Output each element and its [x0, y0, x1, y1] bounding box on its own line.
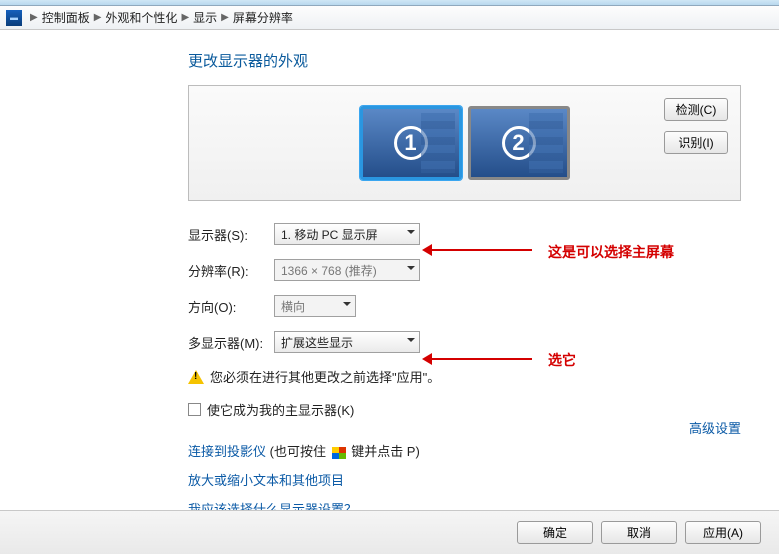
- annotation-text-1: 这是可以选择主屏幕: [548, 242, 674, 262]
- display-preview: 1 2 检测(C) 识别(I): [188, 85, 741, 201]
- orientation-label: 方向(O):: [188, 297, 274, 316]
- detect-button[interactable]: 检测(C): [664, 98, 728, 121]
- multi-display-label: 多显示器(M):: [188, 333, 274, 352]
- breadcrumb-item[interactable]: 控制面板: [42, 9, 90, 26]
- text-size-link[interactable]: 放大或缩小文本和其他项目: [188, 473, 344, 488]
- breadcrumb-item[interactable]: 屏幕分辨率: [233, 9, 293, 26]
- projector-link[interactable]: 连接到投影仪: [188, 444, 266, 459]
- orientation-value: 横向: [281, 298, 305, 315]
- advanced-settings-link[interactable]: 高级设置: [689, 418, 741, 437]
- resolution-dropdown[interactable]: 1366 × 768 (推荐): [274, 259, 420, 281]
- projector-hint-b: 键并点击 P): [348, 444, 420, 459]
- monitor-pattern: [529, 113, 563, 173]
- projector-hint-a: (也可按住: [266, 444, 330, 459]
- monitor-1[interactable]: 1: [360, 106, 462, 180]
- breadcrumb: ▶ 控制面板 ▶ 外观和个性化 ▶ 显示 ▶ 屏幕分辨率: [0, 6, 779, 30]
- identify-button[interactable]: 识别(I): [664, 131, 728, 154]
- windows-key-icon: [332, 447, 346, 459]
- cancel-button[interactable]: 取消: [601, 521, 677, 544]
- warning-icon: [188, 370, 204, 384]
- control-panel-icon: [6, 10, 22, 26]
- primary-display-checkbox[interactable]: [188, 403, 201, 416]
- warning-text: 您必须在进行其他更改之前选择"应用"。: [210, 367, 440, 386]
- annotation-arrow-icon: [426, 358, 532, 360]
- annotation-arrow-icon: [426, 249, 532, 251]
- apply-button[interactable]: 应用(A): [685, 521, 761, 544]
- multi-display-value: 扩展这些显示: [281, 334, 353, 351]
- display-value: 1. 移动 PC 显示屏: [281, 226, 378, 243]
- page-title: 更改显示器的外观: [188, 50, 741, 71]
- resolution-label: 分辨率(R):: [188, 261, 274, 280]
- warning-row: 您必须在进行其他更改之前选择"应用"。: [188, 367, 741, 386]
- resolution-value: 1366 × 768 (推荐): [281, 262, 377, 279]
- ok-button[interactable]: 确定: [517, 521, 593, 544]
- dialog-footer: 确定 取消 应用(A): [0, 510, 779, 554]
- monitor-pattern: [421, 113, 455, 173]
- annotation-text-2: 选它: [548, 350, 576, 370]
- chevron-right-icon: ▶: [94, 12, 102, 23]
- display-label: 显示器(S):: [188, 225, 274, 244]
- breadcrumb-item[interactable]: 显示: [193, 9, 217, 26]
- breadcrumb-item[interactable]: 外观和个性化: [105, 9, 177, 26]
- chevron-right-icon: ▶: [181, 12, 189, 23]
- monitor-2[interactable]: 2: [468, 106, 570, 180]
- display-dropdown[interactable]: 1. 移动 PC 显示屏: [274, 223, 420, 245]
- multi-display-dropdown[interactable]: 扩展这些显示: [274, 331, 420, 353]
- chevron-right-icon: ▶: [221, 12, 229, 23]
- chevron-right-icon: ▶: [30, 12, 38, 23]
- orientation-dropdown[interactable]: 横向: [274, 295, 356, 317]
- primary-display-checkbox-label: 使它成为我的主显示器(K): [207, 400, 354, 419]
